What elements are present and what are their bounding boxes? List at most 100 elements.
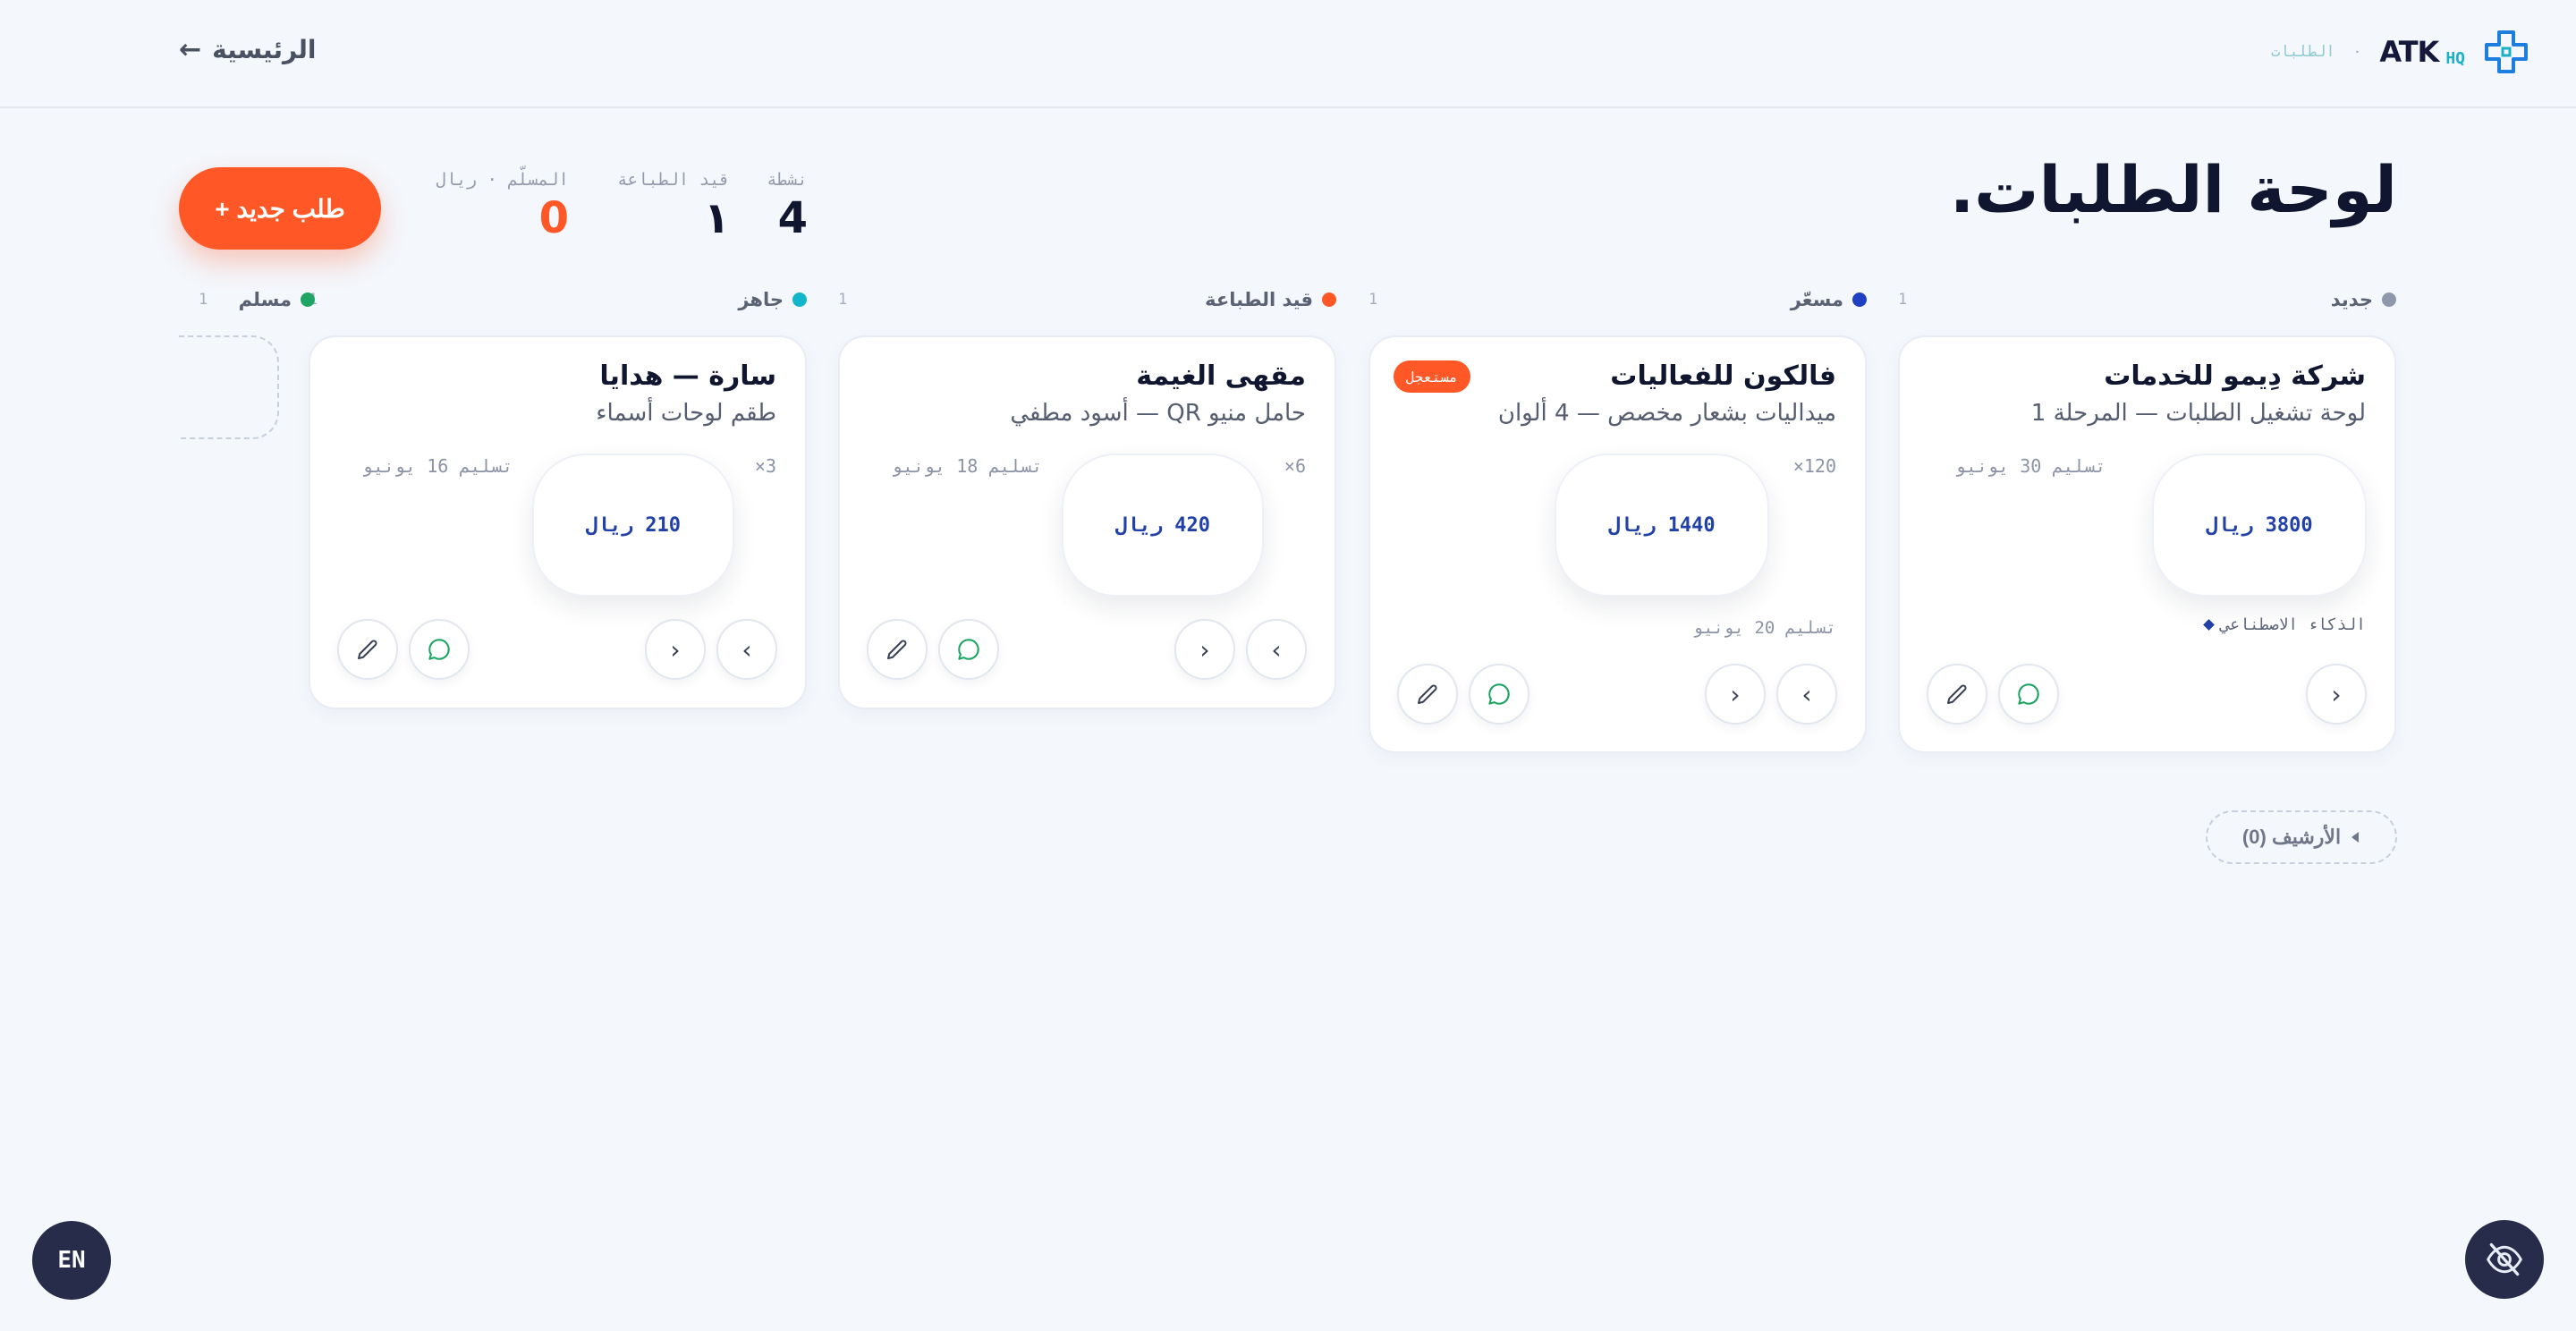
stat-label: قيد الطباعة bbox=[617, 170, 730, 190]
archive-toggle[interactable]: الأرشيف (0) bbox=[2206, 810, 2397, 864]
pencil-icon bbox=[358, 640, 377, 659]
column-header-new: 1 جديد bbox=[1898, 286, 2396, 313]
column-count: 1 bbox=[1898, 291, 1908, 309]
stat-label: المسلّم · ريال bbox=[436, 170, 569, 190]
brand-name: ATK bbox=[2379, 35, 2439, 69]
delivery-date: تسليم 16 يونيو bbox=[362, 455, 513, 477]
pencil-icon bbox=[1947, 684, 1967, 704]
edit-button[interactable] bbox=[867, 619, 928, 680]
diamond-icon bbox=[2203, 619, 2216, 631]
ai-tag: الذكاء الاصطناعي bbox=[2203, 615, 2366, 634]
brand: الطلبات · ATK HQ bbox=[2271, 27, 2531, 77]
edit-button[interactable] bbox=[1397, 664, 1458, 725]
back-home-link[interactable]: الرئيسية ← bbox=[179, 34, 317, 65]
quantity: ×3 bbox=[754, 455, 776, 477]
caret-left-icon bbox=[2351, 832, 2360, 843]
column-header-ready: 1 جاهز bbox=[309, 286, 807, 313]
order-card[interactable]: مستعجل فالكون للفعاليات ميداليات بشعار م… bbox=[1368, 335, 1867, 753]
new-order-button[interactable]: + طلب جديد bbox=[179, 167, 381, 250]
column-count: 1 bbox=[838, 291, 848, 309]
edit-button[interactable] bbox=[1927, 664, 1987, 725]
whatsapp-button[interactable] bbox=[1469, 664, 1530, 725]
column-title: مسلم bbox=[239, 289, 315, 310]
delivery-date: تسليم 30 يونيو bbox=[1955, 455, 2106, 477]
breadcrumb[interactable]: الطلبات bbox=[2271, 43, 2335, 61]
status-dot bbox=[1322, 292, 1336, 307]
empty-column-placeholder bbox=[179, 335, 279, 439]
column-title: جديد bbox=[2331, 289, 2396, 310]
stat-label: نشطة bbox=[767, 170, 808, 190]
card-title: شركة دِيمو للخدمات bbox=[2104, 360, 2366, 392]
pencil-icon bbox=[1418, 684, 1437, 704]
delivery-date: تسليم 18 يونيو bbox=[892, 455, 1043, 477]
column-title-label: قيد الطباعة bbox=[1205, 289, 1313, 310]
price-pill[interactable]: 3800 ريال bbox=[2152, 454, 2367, 597]
order-card[interactable]: مقهى الغيمة حامل منيو QR — أسود مطفي ×6 … bbox=[838, 335, 1336, 709]
price-pill[interactable]: 210 ريال bbox=[532, 454, 734, 597]
stat-value: 0 bbox=[538, 193, 569, 243]
logo-icon[interactable] bbox=[2481, 27, 2531, 77]
price-pill[interactable]: 1440 ريال bbox=[1555, 454, 1769, 597]
column-header-printing: 1 قيد الطباعة bbox=[838, 286, 1336, 313]
top-bar: الرئيسية ← الطلبات · ATK HQ bbox=[0, 0, 2576, 108]
brand-suffix: HQ bbox=[2445, 48, 2465, 68]
order-card[interactable]: شركة دِيمو للخدمات لوحة تشغيل الطلبات — … bbox=[1898, 335, 2396, 753]
card-subtitle: لوحة تشغيل الطلبات — المرحلة 1 bbox=[2030, 400, 2366, 427]
order-card[interactable]: سارة — هدايا طقم لوحات أسماء ×3 تسليم 16… bbox=[309, 335, 807, 709]
stat-active: نشطة 4 bbox=[767, 170, 808, 243]
edit-button[interactable] bbox=[337, 619, 398, 680]
column-count: 1 bbox=[199, 291, 208, 309]
column-count: 1 bbox=[1368, 291, 1378, 309]
stat-printing: قيد الطباعة ١ bbox=[617, 170, 730, 243]
chat-bubble-icon bbox=[1488, 683, 1510, 705]
page-title: لوحة الطلبات. bbox=[1949, 152, 2397, 227]
next-stage-button[interactable]: › bbox=[1705, 664, 1766, 725]
status-dot bbox=[792, 292, 807, 307]
archive-label: الأرشيف (0) bbox=[2241, 826, 2342, 848]
arrow-left-icon: ← bbox=[179, 34, 202, 65]
whatsapp-button[interactable] bbox=[938, 619, 999, 680]
back-home-label: الرئيسية bbox=[212, 35, 317, 64]
visibility-toggle[interactable] bbox=[2465, 1220, 2544, 1299]
next-stage-button[interactable]: › bbox=[645, 619, 706, 680]
column-title: جاهز bbox=[738, 289, 807, 310]
column-header-delivered: 1 مسلم bbox=[199, 286, 315, 313]
ai-tag-label: الذكاء الاصطناعي bbox=[2220, 615, 2366, 634]
card-subtitle: طقم لوحات أسماء bbox=[596, 400, 776, 427]
next-stage-button[interactable]: › bbox=[2306, 664, 2367, 725]
column-title-label: مسلم bbox=[238, 289, 292, 310]
urgent-badge: مستعجل bbox=[1394, 360, 1470, 393]
status-dot bbox=[301, 292, 315, 307]
prev-stage-button[interactable]: ‹ bbox=[716, 619, 777, 680]
column-title: مسعّر bbox=[1791, 289, 1867, 310]
chat-bubble-icon bbox=[428, 639, 450, 660]
breadcrumb-separator: · bbox=[2354, 42, 2360, 62]
stat-value: ١ bbox=[703, 193, 730, 243]
card-title: سارة — هدايا bbox=[599, 360, 776, 392]
whatsapp-button[interactable] bbox=[1998, 664, 2059, 725]
card-subtitle: ميداليات بشعار مخصص — 4 ألوان bbox=[1497, 400, 1836, 427]
column-title: قيد الطباعة bbox=[1205, 289, 1336, 310]
column-title-label: جديد bbox=[2330, 289, 2373, 310]
whatsapp-button[interactable] bbox=[409, 619, 470, 680]
delivery-date: تسليم 20 يونيو bbox=[1692, 618, 1836, 638]
card-title: مقهى الغيمة bbox=[1136, 360, 1306, 392]
eye-off-icon bbox=[2486, 1242, 2523, 1276]
stat-value: 4 bbox=[777, 193, 808, 243]
status-dot bbox=[1852, 292, 1867, 307]
next-stage-button[interactable]: › bbox=[1174, 619, 1235, 680]
status-dot bbox=[2382, 292, 2396, 307]
card-subtitle: حامل منيو QR — أسود مطفي bbox=[1010, 400, 1306, 427]
column-title-label: جاهز bbox=[738, 289, 784, 310]
stat-delivered: المسلّم · ريال 0 bbox=[436, 170, 569, 243]
column-title-label: مسعّر bbox=[1790, 289, 1843, 310]
pencil-icon bbox=[887, 640, 907, 659]
chat-bubble-icon bbox=[958, 639, 979, 660]
column-header-quoted: 1 مسعّر bbox=[1368, 286, 1867, 313]
quantity: ×6 bbox=[1284, 455, 1306, 477]
price-pill[interactable]: 420 ريال bbox=[1062, 454, 1264, 597]
quantity: ×120 bbox=[1792, 455, 1836, 477]
language-toggle[interactable]: EN bbox=[32, 1221, 111, 1300]
prev-stage-button[interactable]: ‹ bbox=[1776, 664, 1837, 725]
prev-stage-button[interactable]: ‹ bbox=[1246, 619, 1307, 680]
